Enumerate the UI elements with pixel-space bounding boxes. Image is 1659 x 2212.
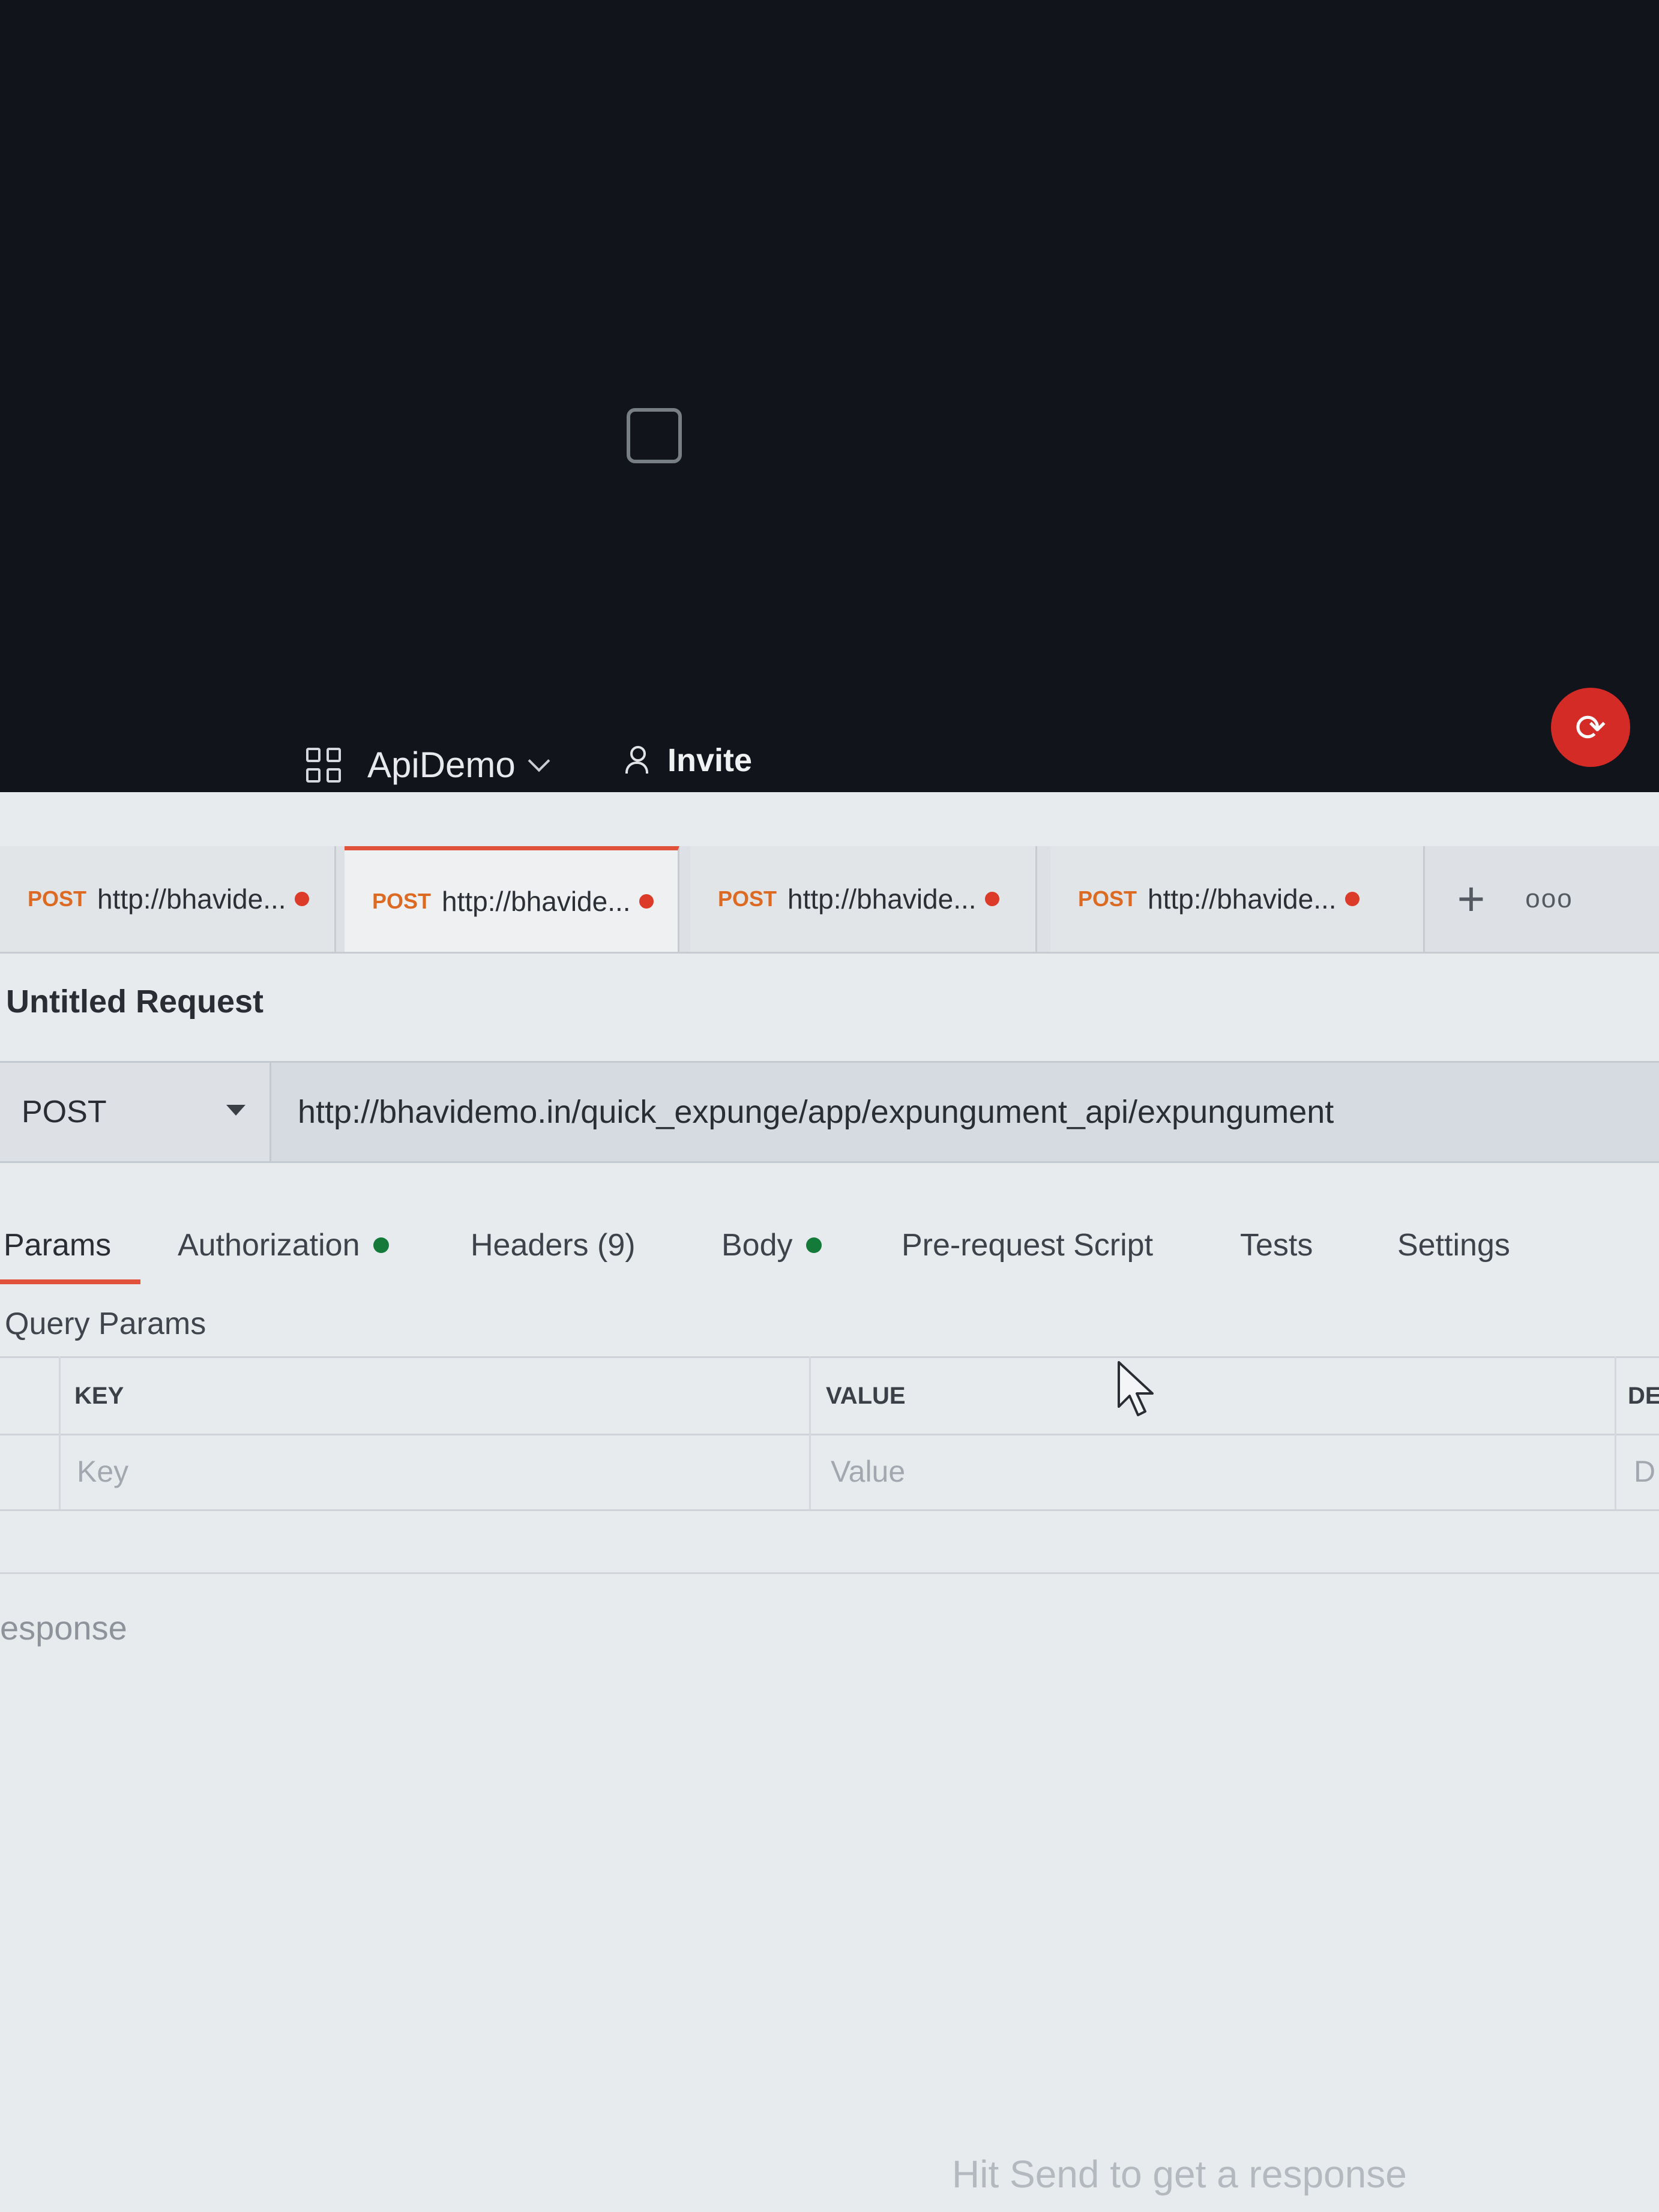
tab-label: Authorization xyxy=(178,1228,360,1263)
unsaved-dot xyxy=(294,892,309,906)
plus-icon: + xyxy=(1457,872,1486,925)
tab-method: POST xyxy=(718,886,777,911)
tab-label: Tests xyxy=(1240,1228,1313,1263)
mouse-cursor-icon xyxy=(1118,1361,1154,1416)
tab-settings[interactable]: Settings xyxy=(1397,1212,1510,1278)
tab-label: Headers (9) xyxy=(471,1228,636,1263)
description-input[interactable]: D xyxy=(1634,1434,1655,1509)
request-tab-4[interactable]: POST http://bhavide... xyxy=(1050,846,1425,952)
tab-label: http://bhavide... xyxy=(97,883,286,915)
table-header-row: KEY VALUE DE xyxy=(0,1356,1659,1435)
request-tab-strip: POST http://bhavide... POST http://bhavi… xyxy=(0,846,1659,954)
tab-label: Body xyxy=(721,1228,793,1263)
workspace-selector[interactable]: ApiDemo xyxy=(306,744,550,786)
tab-tests[interactable]: Tests xyxy=(1240,1212,1313,1278)
request-tab-1[interactable]: POST http://bhavide... xyxy=(0,846,336,952)
response-title: esponse xyxy=(0,1609,127,1647)
tab-method: POST xyxy=(372,888,432,913)
tab-params[interactable]: Params xyxy=(4,1212,111,1278)
column-divider xyxy=(809,1356,811,1509)
table-row: Key Value D xyxy=(0,1434,1659,1511)
request-section-tabs: Params Authorization Headers (9) Body Pr… xyxy=(0,1212,1659,1284)
workspace-name: ApiDemo xyxy=(367,745,516,785)
sync-button[interactable]: ⟳ xyxy=(1551,688,1630,767)
key-input[interactable]: Key xyxy=(77,1434,128,1509)
column-header-value: VALUE xyxy=(826,1382,906,1409)
tab-method: POST xyxy=(28,886,87,911)
tab-method: POST xyxy=(1078,886,1137,911)
response-empty-hint: Hit Send to get a response xyxy=(952,2153,1407,2196)
chevron-down-icon xyxy=(528,750,550,772)
unsaved-dot xyxy=(984,892,999,906)
user-plus-icon xyxy=(625,746,648,775)
value-input[interactable]: Value xyxy=(831,1434,905,1509)
url-input[interactable]: http://bhavidemo.in/quick_expunge/app/ex… xyxy=(298,1063,1334,1161)
tab-label: http://bhavide... xyxy=(442,885,631,917)
tab-headers[interactable]: Headers (9) xyxy=(471,1212,636,1278)
unsaved-dot xyxy=(1344,892,1359,906)
column-header-description: DE xyxy=(1628,1382,1659,1409)
request-tab-2[interactable]: POST http://bhavide... xyxy=(345,846,679,952)
tab-label: http://bhavide... xyxy=(787,883,977,915)
method-value: POST xyxy=(22,1095,107,1129)
active-tab-indicator xyxy=(0,1279,140,1284)
request-title[interactable]: Untitled Request xyxy=(6,983,263,1020)
column-header-key: KEY xyxy=(74,1382,124,1409)
caret-down-icon xyxy=(226,1105,245,1116)
response-pane xyxy=(0,1572,1659,2212)
window-square-icon[interactable] xyxy=(627,408,682,463)
tab-label: Pre-request Script xyxy=(902,1228,1154,1263)
tab-label: Settings xyxy=(1397,1228,1510,1263)
tab-label: Params xyxy=(4,1228,112,1263)
column-divider xyxy=(59,1356,61,1509)
tab-authorization[interactable]: Authorization xyxy=(178,1212,389,1278)
url-bar: POST http://bhavidemo.in/quick_expunge/a… xyxy=(0,1061,1659,1163)
screen: ApiDemo Invite ⟳ POST http://bhavide... … xyxy=(0,0,1659,2212)
tab-options-button[interactable]: ooo xyxy=(1510,846,1588,952)
unsaved-dot xyxy=(639,894,654,909)
invite-button[interactable]: Invite xyxy=(625,742,752,779)
method-select[interactable]: POST xyxy=(0,1063,271,1161)
status-dot xyxy=(805,1237,822,1253)
status-dot xyxy=(373,1237,389,1253)
more-icon: ooo xyxy=(1525,884,1573,913)
grid-icon xyxy=(306,747,341,783)
request-tab-3[interactable]: POST http://bhavide... xyxy=(690,846,1037,952)
tab-body[interactable]: Body xyxy=(721,1212,822,1278)
query-params-table: KEY VALUE DE Key Value D xyxy=(0,1356,1659,1530)
tab-pre-request-script[interactable]: Pre-request Script xyxy=(902,1212,1153,1278)
invite-label: Invite xyxy=(667,742,753,778)
app-header: ApiDemo Invite ⟳ xyxy=(0,0,1659,828)
request-panel: POST http://bhavide... POST http://bhavi… xyxy=(0,792,1659,2212)
tab-label: http://bhavide... xyxy=(1148,883,1337,915)
new-tab-button[interactable]: + xyxy=(1438,846,1504,952)
query-params-title: Query Params xyxy=(5,1306,206,1341)
column-divider xyxy=(1615,1356,1616,1509)
sync-icon: ⟳ xyxy=(1575,707,1606,749)
